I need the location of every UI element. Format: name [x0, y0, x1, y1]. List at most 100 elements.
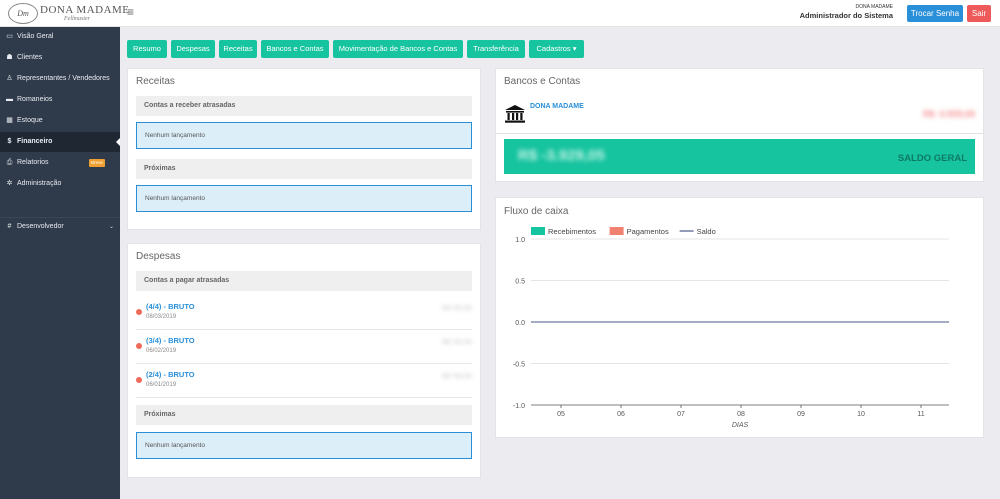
bancos-panel: Bancos e Contas DONA MADAME R$ -3.929,05… [495, 68, 984, 182]
tab-cadastros[interactable]: Cadastros ▾ [529, 40, 584, 58]
sidebar-item-label: Administração [17, 180, 62, 187]
active-indicator [116, 138, 120, 146]
sidebar-item-financeiro[interactable]: $ Financeiro [0, 132, 120, 152]
user-tie-icon: ♙ [6, 75, 13, 82]
legend-swatch [609, 227, 624, 235]
tab-resumo[interactable]: Resumo [127, 40, 167, 58]
sidebar-item-label: Relatorios [17, 159, 49, 166]
sidebar-item-administracao[interactable]: ✲ Administração [0, 174, 120, 194]
logo[interactable]: Dm DONA MADAME Fellmaster [6, 2, 129, 25]
hamburger-icon[interactable]: ≡ [127, 5, 137, 20]
expense-title[interactable]: (3/4) - BRUTO [146, 336, 195, 345]
list-item[interactable]: (4/4) - BRUTO 08/03/2019 R$ 762,50 [136, 296, 472, 330]
bank-account-name[interactable]: DONA MADAME [530, 103, 584, 110]
logout-button[interactable]: Sair [967, 5, 991, 22]
top-bar: Dm DONA MADAME Fellmaster ≡ DONA MADAME … [0, 0, 1000, 27]
y-tick-label: 1.0 [515, 237, 525, 244]
tab-transferencia[interactable]: Transferência [467, 40, 525, 58]
x-tick-label: 10 [857, 411, 865, 418]
tab-movimentacao[interactable]: Movimentação de Bancos e Contas [333, 40, 463, 58]
cash-flow-chart: Recebimentos Pagamentos Saldo 1.0 0.5 0.0 -0.5… [513, 227, 949, 429]
upcoming-receivables-empty: Nenhum lançamento [136, 185, 472, 212]
print-icon: ⎙ [6, 159, 13, 166]
tab-despesas[interactable]: Despesas [171, 40, 215, 58]
sidebar-item-visao-geral[interactable]: ▭ Visão Geral [0, 27, 120, 47]
logo-subtitle: Fellmaster [64, 16, 90, 22]
legend-swatch [531, 227, 545, 235]
x-tick-label: 06 [617, 411, 625, 418]
receitas-title: Receitas [136, 76, 175, 87]
tab-receitas[interactable]: Receitas [219, 40, 257, 58]
x-tick-label: 09 [797, 411, 805, 418]
sidebar-item-clientes[interactable]: ☗ Clientes [0, 48, 120, 68]
y-tick-label: -0.5 [513, 362, 525, 369]
sidebar-item-label: Financeiro [17, 138, 53, 145]
y-tick-label: -1.0 [513, 403, 525, 410]
expense-title[interactable]: (4/4) - BRUTO [146, 302, 195, 311]
user-role: Administrador do Sistema [799, 11, 893, 20]
bancos-title: Bancos e Contas [504, 76, 581, 87]
grid-icon: ▦ [6, 117, 13, 124]
bank-icon [505, 105, 525, 123]
logo-mark: Dm [8, 3, 38, 24]
monitor-icon: ▭ [6, 33, 13, 40]
sidebar-item-label: Romaneios [17, 96, 53, 103]
expense-amount: R$ 762,50 [442, 373, 472, 380]
general-balance-label: SALDO GERAL [897, 153, 967, 164]
despesas-panel: Despesas Contas a pagar atrasadas (4/4) … [127, 243, 481, 478]
overdue-dot-icon [136, 343, 142, 349]
y-tick-label: 0.0 [515, 320, 525, 327]
legend-label: Recebimentos [548, 227, 596, 236]
sidebar-item-label: Representantes / Vendedores [17, 75, 110, 82]
sidebar-item-romaneios[interactable]: ▬ Romaneios [0, 90, 120, 110]
x-axis-label: DIAS [732, 422, 749, 429]
legend-label: Pagamentos [627, 227, 669, 236]
sidebar-item-label: Estoque [17, 117, 43, 124]
change-password-button[interactable]: Trocar Senha [907, 5, 963, 22]
sidebar-item-label: Desenvolvedor [17, 223, 64, 230]
sidebar: ▭ Visão Geral ☗ Clientes ♙ Representantes /… [0, 27, 120, 499]
fluxo-panel: Fluxo de caixa Recebimentos Pagamentos Sal… [495, 197, 984, 438]
overdue-dot-icon [136, 377, 142, 383]
receitas-panel: Receitas Contas a receber atrasadas Nenh… [127, 68, 481, 230]
expense-date: 08/03/2019 [146, 314, 177, 320]
overdue-receivables-header: Contas a receber atrasadas [136, 96, 472, 116]
hash-icon: # [7, 223, 12, 230]
expense-amount: R$ 762,50 [442, 305, 472, 312]
dollar-icon: $ [7, 138, 12, 145]
despesas-title: Despesas [136, 251, 181, 262]
sidebar-item-label: Visão Geral [17, 33, 54, 40]
overdue-payables-header: Contas a pagar atrasadas [136, 271, 472, 291]
sidebar-item-desenvolvedor[interactable]: # Desenvolvedor ⌄ [0, 217, 120, 237]
general-balance-bar: R$ -3.929,05 SALDO GERAL [504, 139, 975, 174]
overdue-dot-icon [136, 309, 142, 315]
bank-account-row[interactable]: DONA MADAME R$ -3.929,05 [496, 96, 983, 134]
expense-date: 06/01/2019 [146, 382, 177, 388]
sidebar-item-estoque[interactable]: ▦ Estoque [0, 111, 120, 131]
soon-badge: Breve [89, 159, 105, 167]
expense-date: 06/02/2019 [146, 348, 177, 354]
truck-icon: ▬ [6, 96, 13, 103]
user-info: DONA MADAME Administrador do Sistema [800, 4, 893, 20]
expense-title[interactable]: (2/4) - BRUTO [146, 370, 195, 379]
legend-label: Saldo [697, 227, 716, 236]
x-tick-label: 07 [677, 411, 685, 418]
upcoming-receivables-header: Próximas [136, 159, 472, 179]
gear-icon: ✲ [6, 180, 13, 187]
x-tick-label: 08 [737, 411, 745, 418]
y-tick-label: 0.5 [515, 279, 525, 286]
sidebar-item-representantes[interactable]: ♙ Representantes / Vendedores [0, 69, 120, 89]
general-balance-value: R$ -3.929,05 [518, 147, 605, 164]
x-tick-label: 05 [557, 411, 565, 418]
upcoming-payables-header: Próximas [136, 405, 472, 425]
tab-bancos-contas[interactable]: Bancos e Contas [261, 40, 329, 58]
sidebar-item-relatorios[interactable]: ⎙ Relatorios Breve [0, 153, 120, 173]
list-item[interactable]: (2/4) - BRUTO 06/01/2019 R$ 762,50 [136, 364, 472, 398]
overdue-receivables-empty: Nenhum lançamento [136, 122, 472, 149]
users-icon: ☗ [6, 54, 13, 61]
logo-name: DONA MADAME [40, 4, 130, 16]
list-item[interactable]: (3/4) - BRUTO 06/02/2019 R$ 762,50 [136, 330, 472, 364]
user-company: DONA MADAME [855, 4, 893, 10]
upcoming-payables-empty: Nenhum lançamento [136, 432, 472, 459]
bank-account-amount: R$ -3.929,05 [922, 109, 975, 119]
